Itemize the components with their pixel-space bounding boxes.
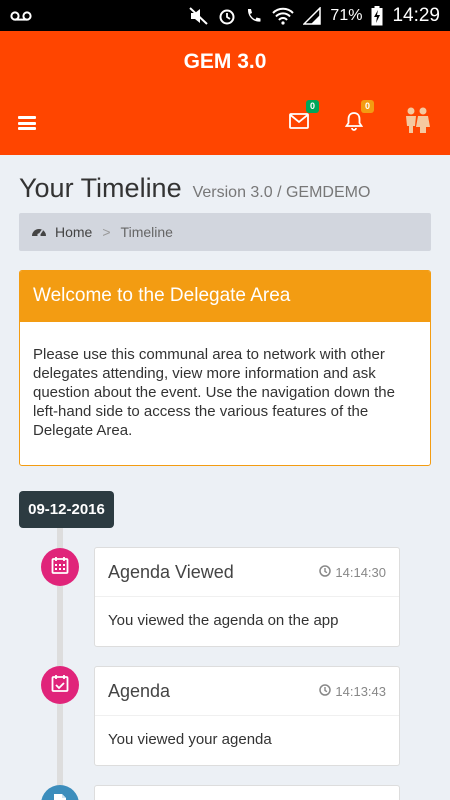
timeline-item-icon (41, 785, 79, 800)
battery-percent: 71% (330, 6, 363, 24)
users-avatar-icon (402, 105, 432, 140)
clock-icon (319, 684, 332, 699)
breadcrumb-home-link[interactable]: Home (55, 224, 92, 240)
signal-icon (303, 6, 322, 25)
clock-time: 14:29 (392, 4, 440, 26)
voicemail-icon (10, 10, 32, 22)
breadcrumb: Home > Timeline (19, 213, 431, 251)
alarm-icon (218, 7, 236, 25)
battery-charging-icon (371, 5, 383, 26)
timeline-item-title: Agenda (108, 681, 171, 701)
timeline-item-icon (41, 666, 79, 704)
timeline-item[interactable]: Agenda 14:13:43 You viewed your agenda (94, 666, 400, 766)
timeline-item-icon (41, 548, 79, 586)
user-avatar-button[interactable] (402, 107, 432, 137)
welcome-title: Welcome to the Delegate Area (20, 271, 430, 322)
messages-count-badge: 0 (306, 100, 319, 113)
wifi-icon (272, 7, 295, 25)
breadcrumb-separator: > (102, 224, 111, 240)
timeline-item-time-text: 14:14:30 (335, 565, 386, 580)
calendar-icon (51, 556, 69, 579)
app-title: GEM 3.0 (183, 50, 267, 73)
status-bar: 71% 14:29 (0, 0, 450, 31)
notifications-button[interactable]: 0 (342, 100, 374, 136)
timeline-item-body: You viewed the agenda on the app (108, 612, 339, 629)
document-icon (53, 793, 67, 800)
welcome-text: Please use this communal area to network… (33, 346, 395, 439)
page-header: Your Timeline Version 3.0 / GEMDEMO (19, 173, 370, 204)
clock-icon (319, 565, 332, 580)
calendar-check-icon (51, 674, 69, 697)
bell-icon (344, 111, 364, 136)
timeline-item[interactable] (94, 785, 400, 800)
timeline-item[interactable]: Agenda Viewed 14:14:30 You viewed the ag… (94, 547, 400, 647)
timeline-item-time-text: 14:13:43 (335, 684, 386, 699)
page-title: Your Timeline (19, 173, 182, 203)
mute-icon (189, 6, 209, 25)
welcome-box: Welcome to the Delegate Area Please use … (19, 270, 431, 466)
envelope-icon (289, 112, 309, 134)
hamburger-menu-icon[interactable] (18, 116, 36, 130)
timeline-item-body: You viewed your agenda (108, 731, 272, 748)
notifications-count-badge: 0 (361, 100, 374, 113)
app-header: GEM 3.0 0 0 (0, 31, 450, 155)
timeline-item-time: 14:13:43 (319, 684, 386, 699)
dashboard-icon (31, 224, 47, 241)
messages-button[interactable]: 0 (287, 100, 319, 135)
page-subtitle: Version 3.0 / GEMDEMO (192, 184, 371, 201)
wifi-calling-icon (245, 7, 263, 25)
main-content: Your Timeline Version 3.0 / GEMDEMO Home… (0, 155, 450, 800)
timeline-item-title: Agenda Viewed (108, 562, 234, 582)
breadcrumb-current: Timeline (120, 224, 173, 240)
timeline-date-label: 09-12-2016 (19, 491, 114, 528)
timeline-item-time: 14:14:30 (319, 565, 386, 580)
